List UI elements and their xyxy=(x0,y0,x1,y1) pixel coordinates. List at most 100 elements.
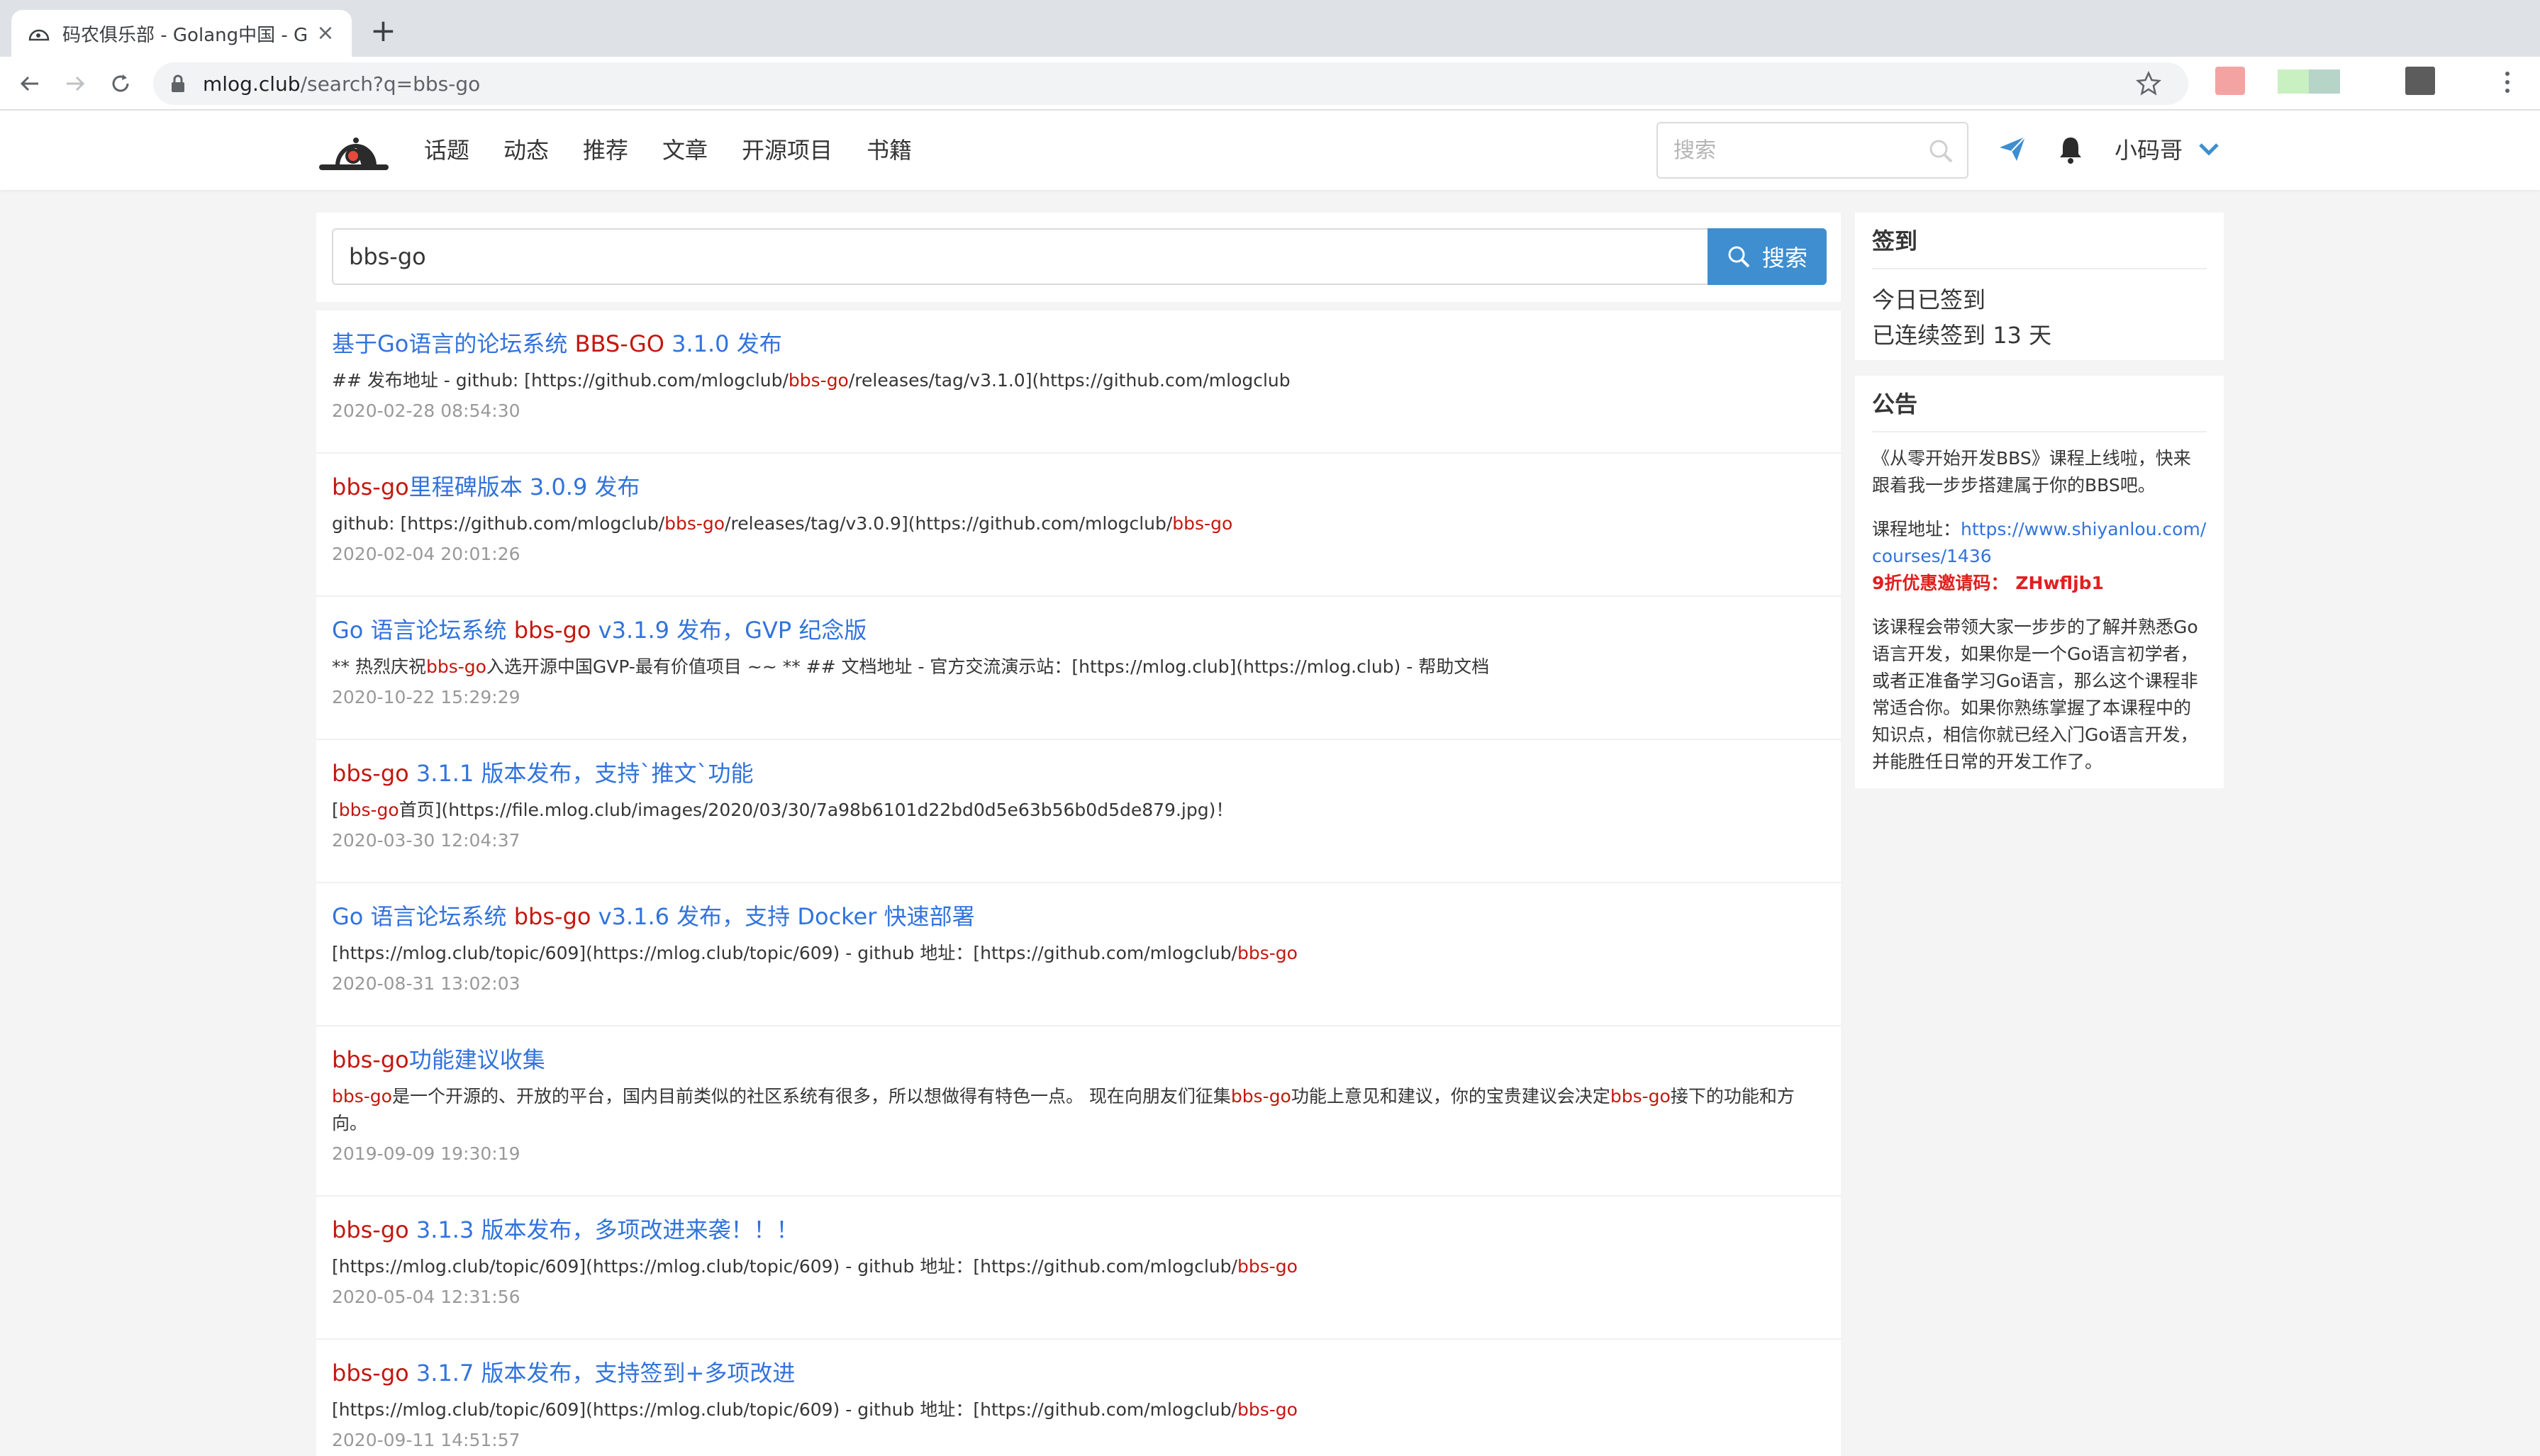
result-item: 基于Go语言的论坛系统 BBS-GO 3.1.0 发布 ## 发布地址 - gi… xyxy=(316,310,1841,454)
text-segment: v3.1.9 发布，GVP 纪念版 xyxy=(591,617,867,644)
result-item: bbs-go 3.1.3 版本发布，多项改进来袭！！！ [https://mlo… xyxy=(316,1197,1841,1340)
notice-widget: 公告 《从零开始开发BBS》课程上线啦，快来跟着我一步步搭建属于你的BBS吧。 … xyxy=(1855,376,2224,788)
checkin-streak: 已连续签到 13 天 xyxy=(1872,322,2052,349)
keyword-highlight: bbs-go xyxy=(332,1046,409,1073)
keyword-highlight: BBS-GO xyxy=(574,330,664,357)
reload-button[interactable] xyxy=(105,68,136,99)
result-title[interactable]: Go 语言论坛系统 bbs-go v3.1.6 发布，支持 Docker 快速部… xyxy=(332,900,1825,933)
nav-open-source[interactable]: 开源项目 xyxy=(742,132,832,169)
keyword-highlight: bbs-go xyxy=(1237,943,1298,963)
result-summary: github: [https://github.com/mlogclub/bbs… xyxy=(332,510,1825,537)
keyword-highlight: bbs-go xyxy=(425,656,486,677)
result-title[interactable]: 基于Go语言的论坛系统 BBS-GO 3.1.0 发布 xyxy=(332,327,1825,360)
site-favicon-icon xyxy=(28,29,50,41)
text-segment: github: [https://github.com/mlogclub/ xyxy=(332,513,665,534)
nav-topics[interactable]: 话题 xyxy=(424,132,469,169)
extension-red-icon[interactable] xyxy=(2215,67,2245,95)
extension-green-icon[interactable] xyxy=(2278,67,2340,95)
bell-icon[interactable] xyxy=(2058,135,2083,164)
nav-books[interactable]: 书籍 xyxy=(867,132,912,169)
forward-button[interactable] xyxy=(60,68,91,99)
keyword-highlight: bbs-go xyxy=(332,1086,392,1107)
bookmark-star-icon[interactable] xyxy=(2134,69,2163,98)
nav-articles[interactable]: 文章 xyxy=(662,132,708,169)
result-summary: [bbs-go首页](https://file.mlog.club/images… xyxy=(332,797,1825,824)
result-summary: bbs-go是一个开源的、开放的平台，国内目前类似的社区系统有很多，所以想做得有… xyxy=(332,1083,1825,1137)
result-title[interactable]: Go 语言论坛系统 bbs-go v3.1.9 发布，GVP 纪念版 xyxy=(332,614,1825,646)
browser-tab[interactable]: 码农俱乐部 - Golang中国 - Go语 × xyxy=(11,10,352,57)
tab-close-icon[interactable]: × xyxy=(315,23,336,44)
reload-icon xyxy=(112,74,129,92)
keyword-highlight: bbs-go xyxy=(332,1216,409,1243)
result-time: 2020-10-22 15:29:29 xyxy=(332,687,520,707)
result-time: 2020-02-28 08:54:30 xyxy=(332,401,520,421)
result-summary: [https://mlog.club/topic/609](https://ml… xyxy=(332,1396,1825,1423)
nav-activity[interactable]: 动态 xyxy=(503,132,549,169)
notice-title: 公告 xyxy=(1872,376,2207,432)
checkin-streak-days: 13 xyxy=(1993,322,2022,349)
browser-tabstrip: 码农俱乐部 - Golang中国 - Go语 × + xyxy=(0,0,2540,57)
text-segment: [ xyxy=(332,800,339,820)
keyword-highlight: bbs-go xyxy=(332,760,409,787)
search-icon xyxy=(1728,246,1750,268)
result-item: bbs-go功能建议收集 bbs-go是一个开源的、开放的平台，国内目前类似的社… xyxy=(316,1026,1841,1197)
site-header: 话题 动态 推荐 文章 开源项目 书籍 小码哥 xyxy=(0,111,2540,190)
result-time: 2019-09-09 19:30:19 xyxy=(332,1143,520,1164)
back-button[interactable] xyxy=(14,68,45,99)
text-segment: 3.1.0 发布 xyxy=(664,330,782,357)
keyword-highlight: bbs-go xyxy=(1230,1086,1291,1107)
keyword-highlight: bbs-go xyxy=(513,617,591,644)
text-segment: 基于Go语言的论坛系统 xyxy=(332,330,575,357)
keyword-highlight: bbs-go xyxy=(513,903,591,930)
header-search-input[interactable] xyxy=(1658,123,1913,177)
keyword-highlight: bbs-go xyxy=(1172,513,1233,534)
coupon-code: ZHwfljb1 xyxy=(2015,573,2104,593)
text-segment: 是一个开源的、开放的平台，国内目前类似的社区系统有很多，所以想做得有特色一点。 … xyxy=(391,1086,1231,1107)
text-segment: 3.1.3 版本发布，多项改进来袭！！！ xyxy=(408,1216,799,1243)
result-item: bbs-go里程碑版本 3.0.9 发布 github: [https://gi… xyxy=(316,454,1841,597)
extension-gray-icon[interactable] xyxy=(2405,67,2435,95)
checkin-title: 签到 xyxy=(1872,213,2207,269)
text-segment: /releases/tag/v3.1.0](https://github.com… xyxy=(848,370,1291,391)
address-bar[interactable]: mlog.club/search?q=bbs-go xyxy=(153,62,2188,105)
search-results: 基于Go语言的论坛系统 BBS-GO 3.1.0 发布 ## 发布地址 - gi… xyxy=(316,310,1841,1456)
result-time: 2020-05-04 12:31:56 xyxy=(332,1287,520,1307)
text-segment: ** 热烈庆祝 xyxy=(332,656,426,677)
text-segment: 里程碑版本 3.0.9 发布 xyxy=(408,474,640,500)
result-time: 2020-02-04 20:01:26 xyxy=(332,544,520,564)
keyword-highlight: bbs-go xyxy=(788,370,849,391)
result-title[interactable]: bbs-go功能建议收集 xyxy=(332,1043,1825,1076)
search-button-label: 搜索 xyxy=(1761,245,1807,271)
lock-icon xyxy=(172,74,184,92)
new-tab-button[interactable]: + xyxy=(370,16,396,47)
keyword-highlight: bbs-go xyxy=(1610,1086,1671,1107)
search-query-input[interactable]: bbs-go xyxy=(332,228,1709,285)
result-item: bbs-go 3.1.1 版本发布，支持`推文`功能 [bbs-go首页](ht… xyxy=(316,740,1841,883)
browser-menu-icon[interactable] xyxy=(2500,69,2514,95)
result-time: 2020-08-31 13:02:03 xyxy=(332,973,520,994)
chevron-down-icon[interactable] xyxy=(2198,142,2219,157)
result-title[interactable]: bbs-go里程碑版本 3.0.9 发布 xyxy=(332,471,1825,503)
text-segment: Go 语言论坛系统 xyxy=(332,903,514,930)
search-button[interactable]: 搜索 xyxy=(1708,228,1827,285)
keyword-highlight: bbs-go xyxy=(664,513,725,534)
result-title[interactable]: bbs-go 3.1.1 版本发布，支持`推文`功能 xyxy=(332,757,1825,790)
text-segment: 功能上意见和建议，你的宝贵建议会决定 xyxy=(1291,1086,1610,1107)
result-title[interactable]: bbs-go 3.1.3 版本发布，多项改进来袭！！！ xyxy=(332,1214,1825,1246)
search-icon[interactable] xyxy=(1927,138,1954,164)
arrow-left-icon xyxy=(20,76,38,91)
search-panel: bbs-go 搜索 xyxy=(316,213,1841,302)
text-segment: 3.1.1 版本发布，支持`推文`功能 xyxy=(408,760,754,787)
result-summary: ** 热烈庆祝bbs-go入选开源中国GVP-最有价值项目 ~~ ** ## 文… xyxy=(332,654,1825,681)
result-item: Go 语言论坛系统 bbs-go v3.1.6 发布，支持 Docker 快速部… xyxy=(316,883,1841,1026)
keyword-highlight: bbs-go xyxy=(338,800,399,820)
coupon-label: 9折优惠邀请码： xyxy=(1872,573,2009,593)
header-search xyxy=(1656,122,1968,179)
text-segment: 入选开源中国GVP-最有价值项目 ~~ ** ## 文档地址 - 官方交流演示站… xyxy=(486,656,1490,677)
send-tweet-icon[interactable] xyxy=(1998,135,2027,163)
nav-recommend[interactable]: 推荐 xyxy=(583,132,628,169)
result-title[interactable]: bbs-go 3.1.7 版本发布，支持签到+多项改进 xyxy=(332,1357,1825,1389)
site-logo-icon[interactable] xyxy=(316,129,391,173)
user-menu[interactable]: 小码哥 xyxy=(2115,132,2183,169)
result-time: 2020-09-11 14:51:57 xyxy=(332,1430,520,1450)
